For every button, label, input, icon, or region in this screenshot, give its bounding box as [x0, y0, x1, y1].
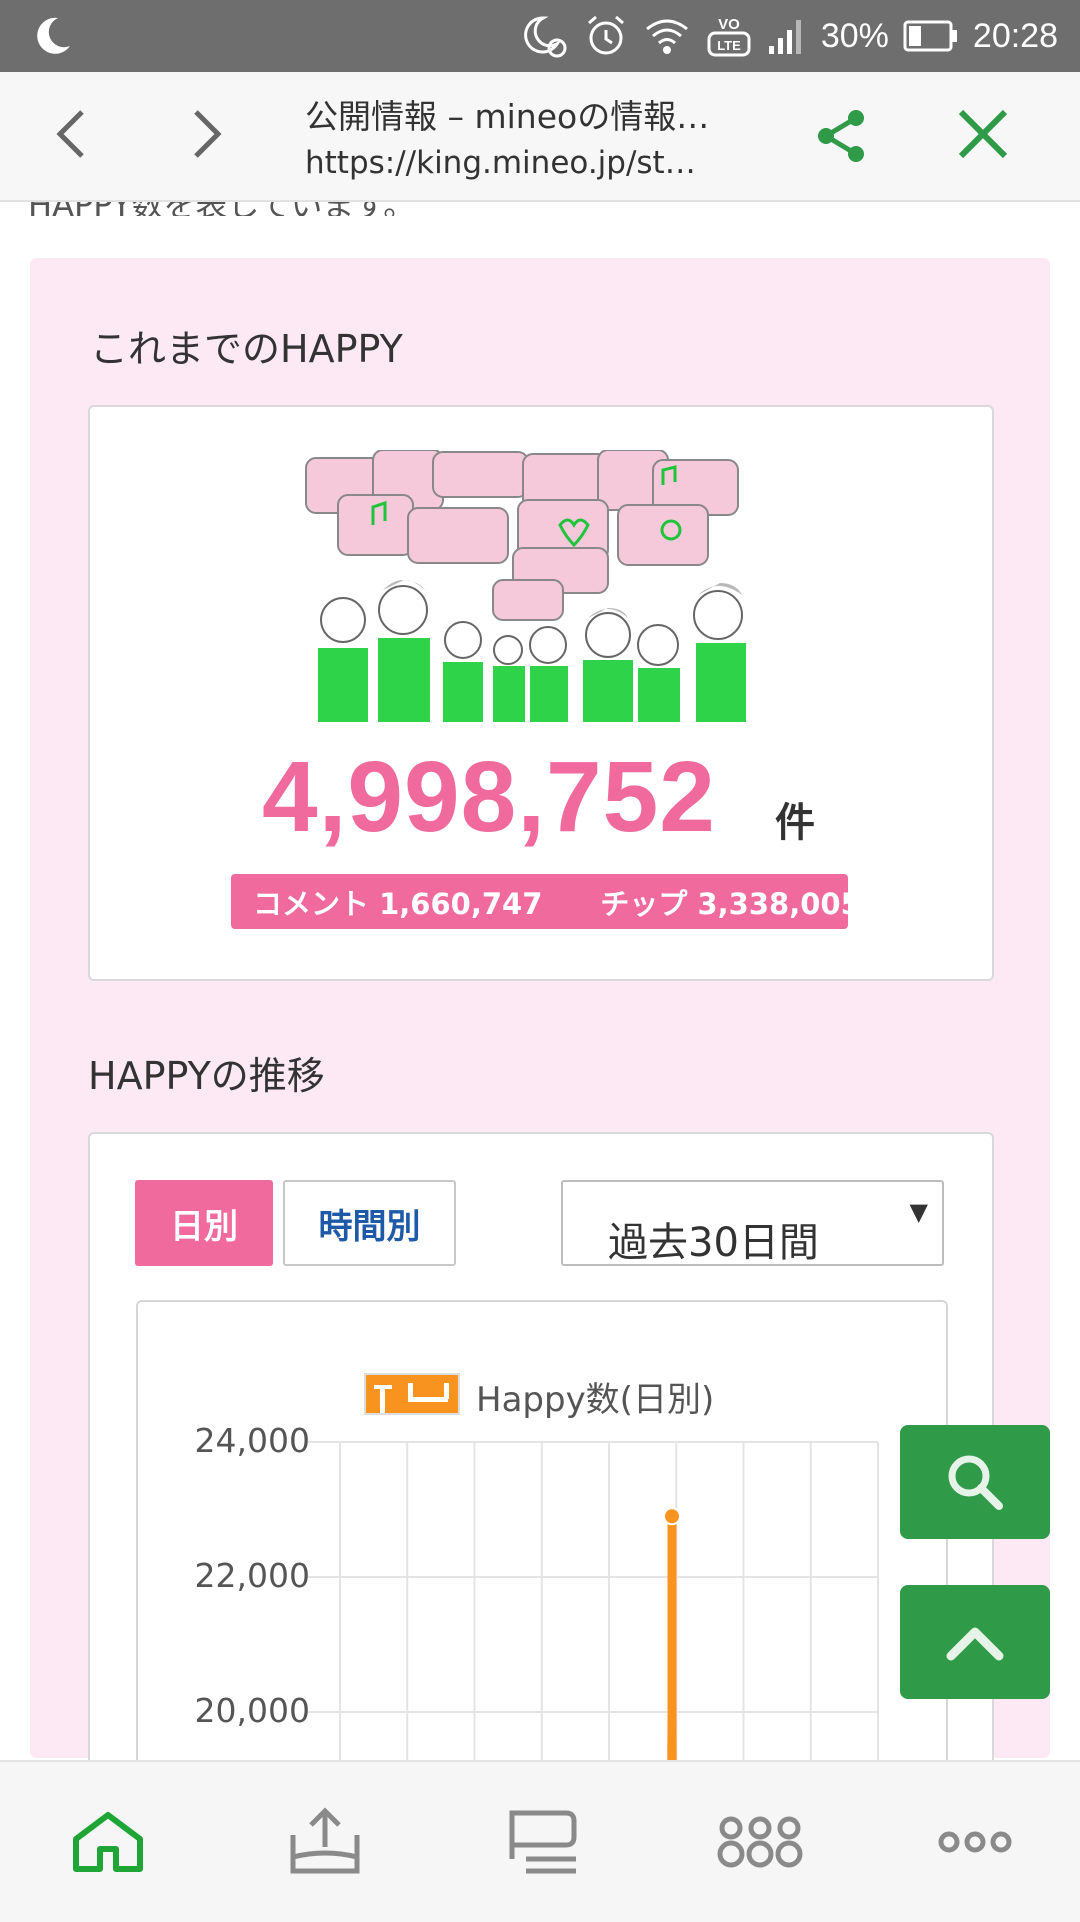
- more-dots-icon: [938, 1831, 1012, 1853]
- total-happy-heading: これまでのHAPPY: [90, 327, 403, 371]
- period-select-value: 過去30日間: [608, 1220, 819, 1266]
- battery-percent: 30%: [820, 16, 889, 55]
- scrolled-text-fragment: HAPPY数を表しています。: [20, 202, 620, 216]
- browser-toolbar: 公開情報 – mineoの情報… https://king.mineo.jp/s…: [0, 72, 1080, 202]
- y-tick-20000: 20,000: [194, 1691, 310, 1730]
- happy-people-illustration: [298, 450, 778, 722]
- tab-hourly[interactable]: 時間別: [283, 1180, 456, 1266]
- y-tick-24000: 24,000: [194, 1421, 310, 1460]
- page-title: 公開情報 – mineoの情報…: [305, 97, 710, 136]
- tip-count: チップ 3,338,005: [600, 886, 861, 921]
- happy-breakdown-badge: コメント 1,660,747 チップ 3,338,005: [231, 874, 861, 929]
- nav-home[interactable]: [63, 1802, 153, 1882]
- chevron-up-icon: [946, 1627, 1004, 1661]
- home-icon: [73, 1812, 143, 1872]
- search-button[interactable]: [900, 1425, 1050, 1539]
- battery-icon: [903, 20, 957, 52]
- svg-text:LTE: LTE: [717, 38, 741, 53]
- clock: 20:28: [972, 16, 1058, 55]
- bottom-navigation: [0, 1760, 1080, 1922]
- happy-trend-heading: HAPPYの推移: [88, 1054, 325, 1098]
- upload-tray-icon: [290, 1807, 360, 1874]
- do-not-disturb-moon-icon: [523, 16, 567, 58]
- count-unit: 件: [775, 800, 815, 846]
- period-select[interactable]: 過去30日間 ▼: [561, 1180, 944, 1266]
- legend-label: Happy数(日別): [476, 1380, 715, 1420]
- page-info[interactable]: 公開情報 – mineoの情報… https://king.mineo.jp/s…: [305, 94, 735, 186]
- moon-icon: [37, 17, 70, 54]
- signal-icon: [768, 20, 801, 54]
- chat-bubble-icon: [509, 1810, 577, 1874]
- nav-forum[interactable]: [497, 1802, 587, 1882]
- legend-swatch: [364, 1373, 460, 1415]
- scroll-top-button[interactable]: [900, 1585, 1050, 1699]
- close-icon[interactable]: [955, 106, 1011, 162]
- forward-icon[interactable]: [172, 102, 236, 166]
- community-icon: [717, 1816, 803, 1868]
- alarm-icon: [587, 15, 624, 55]
- wifi-icon: [645, 19, 688, 54]
- y-tick-22000: 22,000: [194, 1556, 310, 1595]
- dropdown-caret-icon: ▼: [909, 1198, 928, 1226]
- total-happy-count: 4,998,752: [262, 741, 716, 853]
- back-icon[interactable]: [42, 102, 106, 166]
- nav-upload[interactable]: [280, 1802, 370, 1882]
- page-url: https://king.mineo.jp/st…: [305, 145, 696, 181]
- comment-count: コメント 1,660,747: [253, 886, 543, 921]
- search-icon: [948, 1455, 1003, 1510]
- nav-more[interactable]: [930, 1802, 1020, 1882]
- svg-text:VO: VO: [718, 16, 740, 33]
- share-icon[interactable]: [812, 106, 872, 166]
- status-bar: LTE VO 30% 20:28: [0, 0, 1080, 72]
- nav-community[interactable]: [715, 1802, 805, 1882]
- volte-icon: LTE VO: [707, 16, 751, 57]
- tab-daily[interactable]: 日別: [135, 1180, 273, 1266]
